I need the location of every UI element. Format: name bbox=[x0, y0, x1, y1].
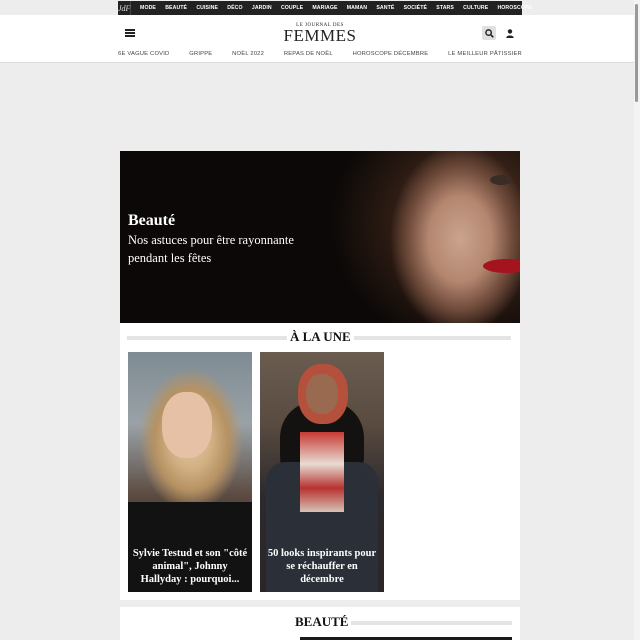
section-title: BEAUTÉ bbox=[292, 614, 352, 630]
article-title[interactable]: Sylvie Testud et son "côté animal", John… bbox=[132, 547, 248, 586]
article-image-detail bbox=[300, 432, 344, 512]
nav-item-beaute[interactable]: BEAUTÉ bbox=[161, 5, 192, 11]
section-heading: BEAUTÉ bbox=[120, 614, 520, 630]
nav-item-mariage[interactable]: MARIAGE bbox=[308, 5, 342, 11]
hero-title[interactable]: Beauté bbox=[128, 211, 298, 231]
beauty-section: BEAUTÉ bbox=[120, 607, 520, 640]
trending-link-covid[interactable]: 6E VAGUE COVID bbox=[118, 51, 169, 57]
site-logo-small[interactable]: JdF bbox=[118, 1, 132, 15]
article-card[interactable]: Sylvie Testud et son "côté animal", John… bbox=[128, 352, 252, 592]
nav-item-sante[interactable]: SANTÉ bbox=[372, 5, 399, 11]
trending-links: 6E VAGUE COVID GRIPPE NOËL 2022 REPAS DE… bbox=[0, 51, 640, 57]
nav-item-couple[interactable]: COUPLE bbox=[276, 5, 307, 11]
section-heading: À LA UNE bbox=[120, 329, 520, 345]
article-image-detail bbox=[162, 392, 212, 458]
article-card[interactable]: 50 looks inspirants pour se réchauffer e… bbox=[260, 352, 384, 592]
nav-item-jardin[interactable]: JARDIN bbox=[247, 5, 276, 11]
logo-wordmark: FEMMES bbox=[283, 26, 357, 45]
nav-item-societe[interactable]: SOCIÉTÉ bbox=[399, 5, 432, 11]
hero-portrait-image bbox=[270, 151, 520, 323]
nav-item-maman[interactable]: MAMAN bbox=[342, 5, 372, 11]
nav-item-horoscope[interactable]: HOROSCOPE bbox=[493, 5, 537, 11]
trending-link-repas-noel[interactable]: REPAS DE NOËL bbox=[284, 51, 333, 57]
article-title[interactable]: 50 looks inspirants pour se réchauffer e… bbox=[264, 547, 380, 586]
article-image-detail bbox=[306, 374, 338, 414]
user-icon bbox=[506, 28, 514, 38]
top-navigation-bar: JdF MODE BEAUTÉ CUISINE DÉCO JARDIN COUP… bbox=[118, 1, 532, 15]
trending-link-horoscope[interactable]: HOROSCOPE DÉCEMBRE bbox=[353, 51, 429, 57]
search-icon bbox=[484, 28, 494, 38]
hero-banner[interactable]: Beauté Nos astuces pour être rayonnante … bbox=[120, 151, 520, 323]
trending-link-grippe[interactable]: GRIPPE bbox=[189, 51, 212, 57]
trending-link-patissier[interactable]: LE MEILLEUR PÂTISSIER bbox=[448, 51, 522, 57]
trending-link-noel-2022[interactable]: NOËL 2022 bbox=[232, 51, 264, 57]
hero-text: Beauté Nos astuces pour être rayonnante … bbox=[128, 211, 298, 267]
search-button[interactable] bbox=[482, 26, 496, 40]
page-scrollbar[interactable] bbox=[634, 0, 640, 640]
nav-item-stars[interactable]: STARS bbox=[432, 5, 459, 11]
heading-rule bbox=[127, 336, 287, 340]
account-button[interactable] bbox=[503, 26, 517, 40]
nav-item-culture[interactable]: CULTURE bbox=[459, 5, 493, 11]
category-menu: MODE BEAUTÉ CUISINE DÉCO JARDIN COUPLE M… bbox=[131, 1, 536, 15]
heading-rule bbox=[350, 621, 512, 625]
nav-item-cuisine[interactable]: CUISINE bbox=[192, 5, 223, 11]
nav-item-deco[interactable]: DÉCO bbox=[223, 5, 248, 11]
hamburger-icon[interactable] bbox=[125, 29, 135, 37]
hero-subtitle[interactable]: Nos astuces pour être rayonnante pendant… bbox=[128, 231, 298, 267]
nav-item-mode[interactable]: MODE bbox=[135, 5, 160, 11]
section-title: À LA UNE bbox=[287, 329, 354, 345]
site-logo[interactable]: LE JOURNAL DES FEMMES bbox=[282, 23, 358, 45]
site-header: LE JOURNAL DES FEMMES 6E VAGUE COVID GRI… bbox=[0, 15, 640, 63]
heading-rule bbox=[348, 336, 511, 340]
hero-image-detail bbox=[490, 175, 512, 185]
scrollbar-thumb[interactable] bbox=[635, 4, 638, 102]
featured-section: À LA UNE Sylvie Testud et son "côté anim… bbox=[120, 323, 520, 600]
